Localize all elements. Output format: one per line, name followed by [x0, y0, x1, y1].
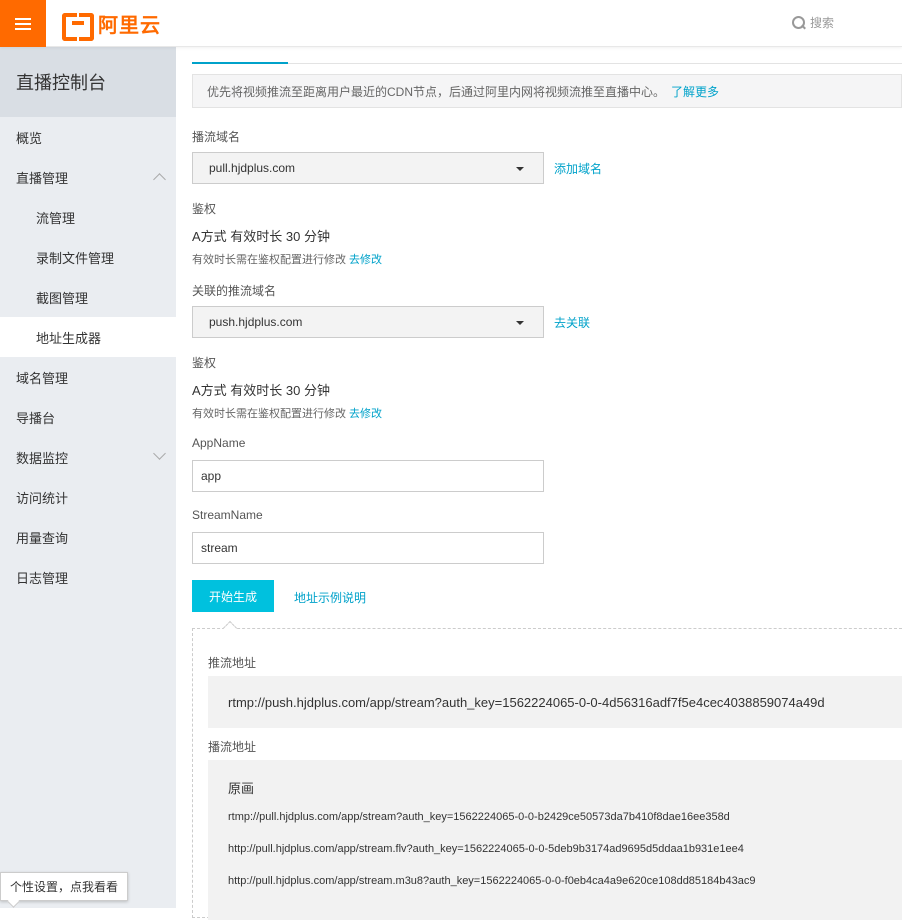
sidebar-item-snapshots[interactable]: 截图管理 [0, 277, 176, 317]
modify-auth-link[interactable]: 去修改 [349, 254, 382, 266]
sidebar-item-domain-management[interactable]: 域名管理 [0, 357, 176, 397]
tab-divider [192, 63, 902, 64]
chevron-up-icon [153, 173, 166, 186]
sidebar-item-label: 域名管理 [16, 370, 69, 386]
add-domain-link[interactable]: 添加域名 [554, 160, 602, 177]
appname-label: AppName [192, 436, 246, 450]
top-bar: 阿里云 搜索 [0, 0, 902, 47]
menu-icon[interactable] [0, 0, 46, 47]
address-example-link[interactable]: 地址示例说明 [294, 589, 366, 606]
push-url-label: 推流地址 [208, 656, 257, 670]
sidebar-item-label: 访问统计 [16, 490, 69, 506]
streamname-input[interactable] [192, 532, 544, 564]
sidebar-item-label: 截图管理 [36, 290, 89, 306]
sidebar-item-label: 流管理 [36, 210, 76, 226]
sidebar-item-address-generator[interactable]: 地址生成器 [0, 317, 176, 357]
pull-url-label: 播流地址 [208, 740, 257, 754]
sidebar-item-live-management[interactable]: 直播管理 [0, 157, 176, 197]
push-domain-label: 关联的推流域名 [192, 284, 277, 298]
generate-button[interactable]: 开始生成 [192, 580, 274, 612]
logo-mark-icon [62, 13, 94, 41]
sidebar-item-log-management[interactable]: 日志管理 [0, 557, 176, 597]
notice-banner: 优先将视频推流至距离用户最近的CDN节点，后通过阿里内网将视频流推至直播中心。 … [192, 74, 902, 108]
auth-hint-text: 有效时长需在鉴权配置进行修改 [192, 254, 346, 266]
learn-more-link[interactable]: 了解更多 [671, 83, 719, 100]
auth-info: A方式 有效时长 30 分钟 [192, 229, 330, 244]
caret-down-icon [516, 321, 524, 325]
chevron-down-icon [153, 447, 166, 460]
pull-quality-title: 原画 [228, 781, 255, 796]
auth-label: 鉴权 [192, 356, 217, 370]
push-url: rtmp://push.hjdplus.com/app/stream?auth_… [228, 694, 825, 710]
sidebar-item-label: 概览 [16, 130, 43, 146]
sidebar-item-recording-files[interactable]: 录制文件管理 [0, 237, 176, 277]
auth-label: 鉴权 [192, 202, 217, 216]
auth-hint: 有效时长需在鉴权配置进行修改 去修改 [192, 405, 382, 421]
sidebar: 直播控制台 概览 直播管理 流管理 录制文件管理 截图管理 地址生成器 域名管理… [0, 47, 176, 908]
pull-url-rtmp[interactable]: rtmp://pull.hjdplus.com/app/stream?auth_… [228, 811, 730, 823]
result-pointer [222, 620, 238, 636]
sidebar-item-usage-query[interactable]: 用量查询 [0, 517, 176, 557]
personal-settings-tip[interactable]: 个性设置，点我看看 [0, 872, 128, 901]
sidebar-item-access-stats[interactable]: 访问统计 [0, 477, 176, 517]
modify-auth-link[interactable]: 去修改 [349, 408, 382, 420]
auth-hint-text: 有效时长需在鉴权配置进行修改 [192, 408, 346, 420]
caret-down-icon [516, 167, 524, 171]
sidebar-item-director[interactable]: 导播台 [0, 397, 176, 437]
auth-info: A方式 有效时长 30 分钟 [192, 383, 330, 398]
main-content: 优先将视频推流至距离用户最近的CDN节点，后通过阿里内网将视频流推至直播中心。 … [192, 47, 902, 920]
sidebar-title: 直播控制台 [0, 47, 176, 117]
sidebar-item-label: 录制文件管理 [36, 250, 115, 266]
appname-input[interactable] [192, 460, 544, 492]
aliyun-logo[interactable]: 阿里云 [62, 11, 161, 41]
push-domain-select[interactable]: push.hjdplus.com [192, 306, 544, 338]
sidebar-item-label: 直播管理 [16, 170, 69, 186]
pull-url-box: 原画 rtmp://pull.hjdplus.com/app/stream?au… [208, 760, 902, 920]
sidebar-item-label: 用量查询 [16, 530, 69, 546]
sidebar-item-stream-management[interactable]: 流管理 [0, 197, 176, 237]
push-domain-value: push.hjdplus.com [209, 315, 303, 329]
play-domain-label: 播流域名 [192, 130, 241, 144]
sidebar-item-data-monitoring[interactable]: 数据监控 [0, 437, 176, 477]
sidebar-item-overview[interactable]: 概览 [0, 117, 176, 157]
sidebar-item-label: 导播台 [16, 410, 56, 426]
sidebar-item-label: 数据监控 [16, 450, 69, 466]
tab-active-indicator [192, 62, 288, 64]
play-domain-value: pull.hjdplus.com [209, 161, 296, 175]
notice-text: 优先将视频推流至距离用户最近的CDN节点，后通过阿里内网将视频流推至直播中心。 [207, 84, 666, 99]
search-placeholder: 搜索 [810, 16, 835, 30]
push-url-box[interactable]: rtmp://push.hjdplus.com/app/stream?auth_… [208, 676, 902, 728]
play-domain-select[interactable]: pull.hjdplus.com [192, 152, 544, 184]
link-push-domain-link[interactable]: 去关联 [554, 314, 590, 331]
pull-url-flv[interactable]: http://pull.hjdplus.com/app/stream.flv?a… [228, 843, 744, 855]
sidebar-item-label: 地址生成器 [36, 330, 102, 346]
result-panel: 推流地址 rtmp://push.hjdplus.com/app/stream?… [192, 620, 902, 920]
sidebar-item-label: 日志管理 [16, 570, 69, 586]
logo-text: 阿里云 [98, 14, 161, 37]
pull-url-m3u8[interactable]: http://pull.hjdplus.com/app/stream.m3u8?… [228, 875, 755, 887]
streamname-label: StreamName [192, 508, 263, 522]
search-icon [792, 15, 806, 30]
search-box[interactable]: 搜索 [792, 14, 834, 31]
auth-hint: 有效时长需在鉴权配置进行修改 去修改 [192, 251, 382, 267]
